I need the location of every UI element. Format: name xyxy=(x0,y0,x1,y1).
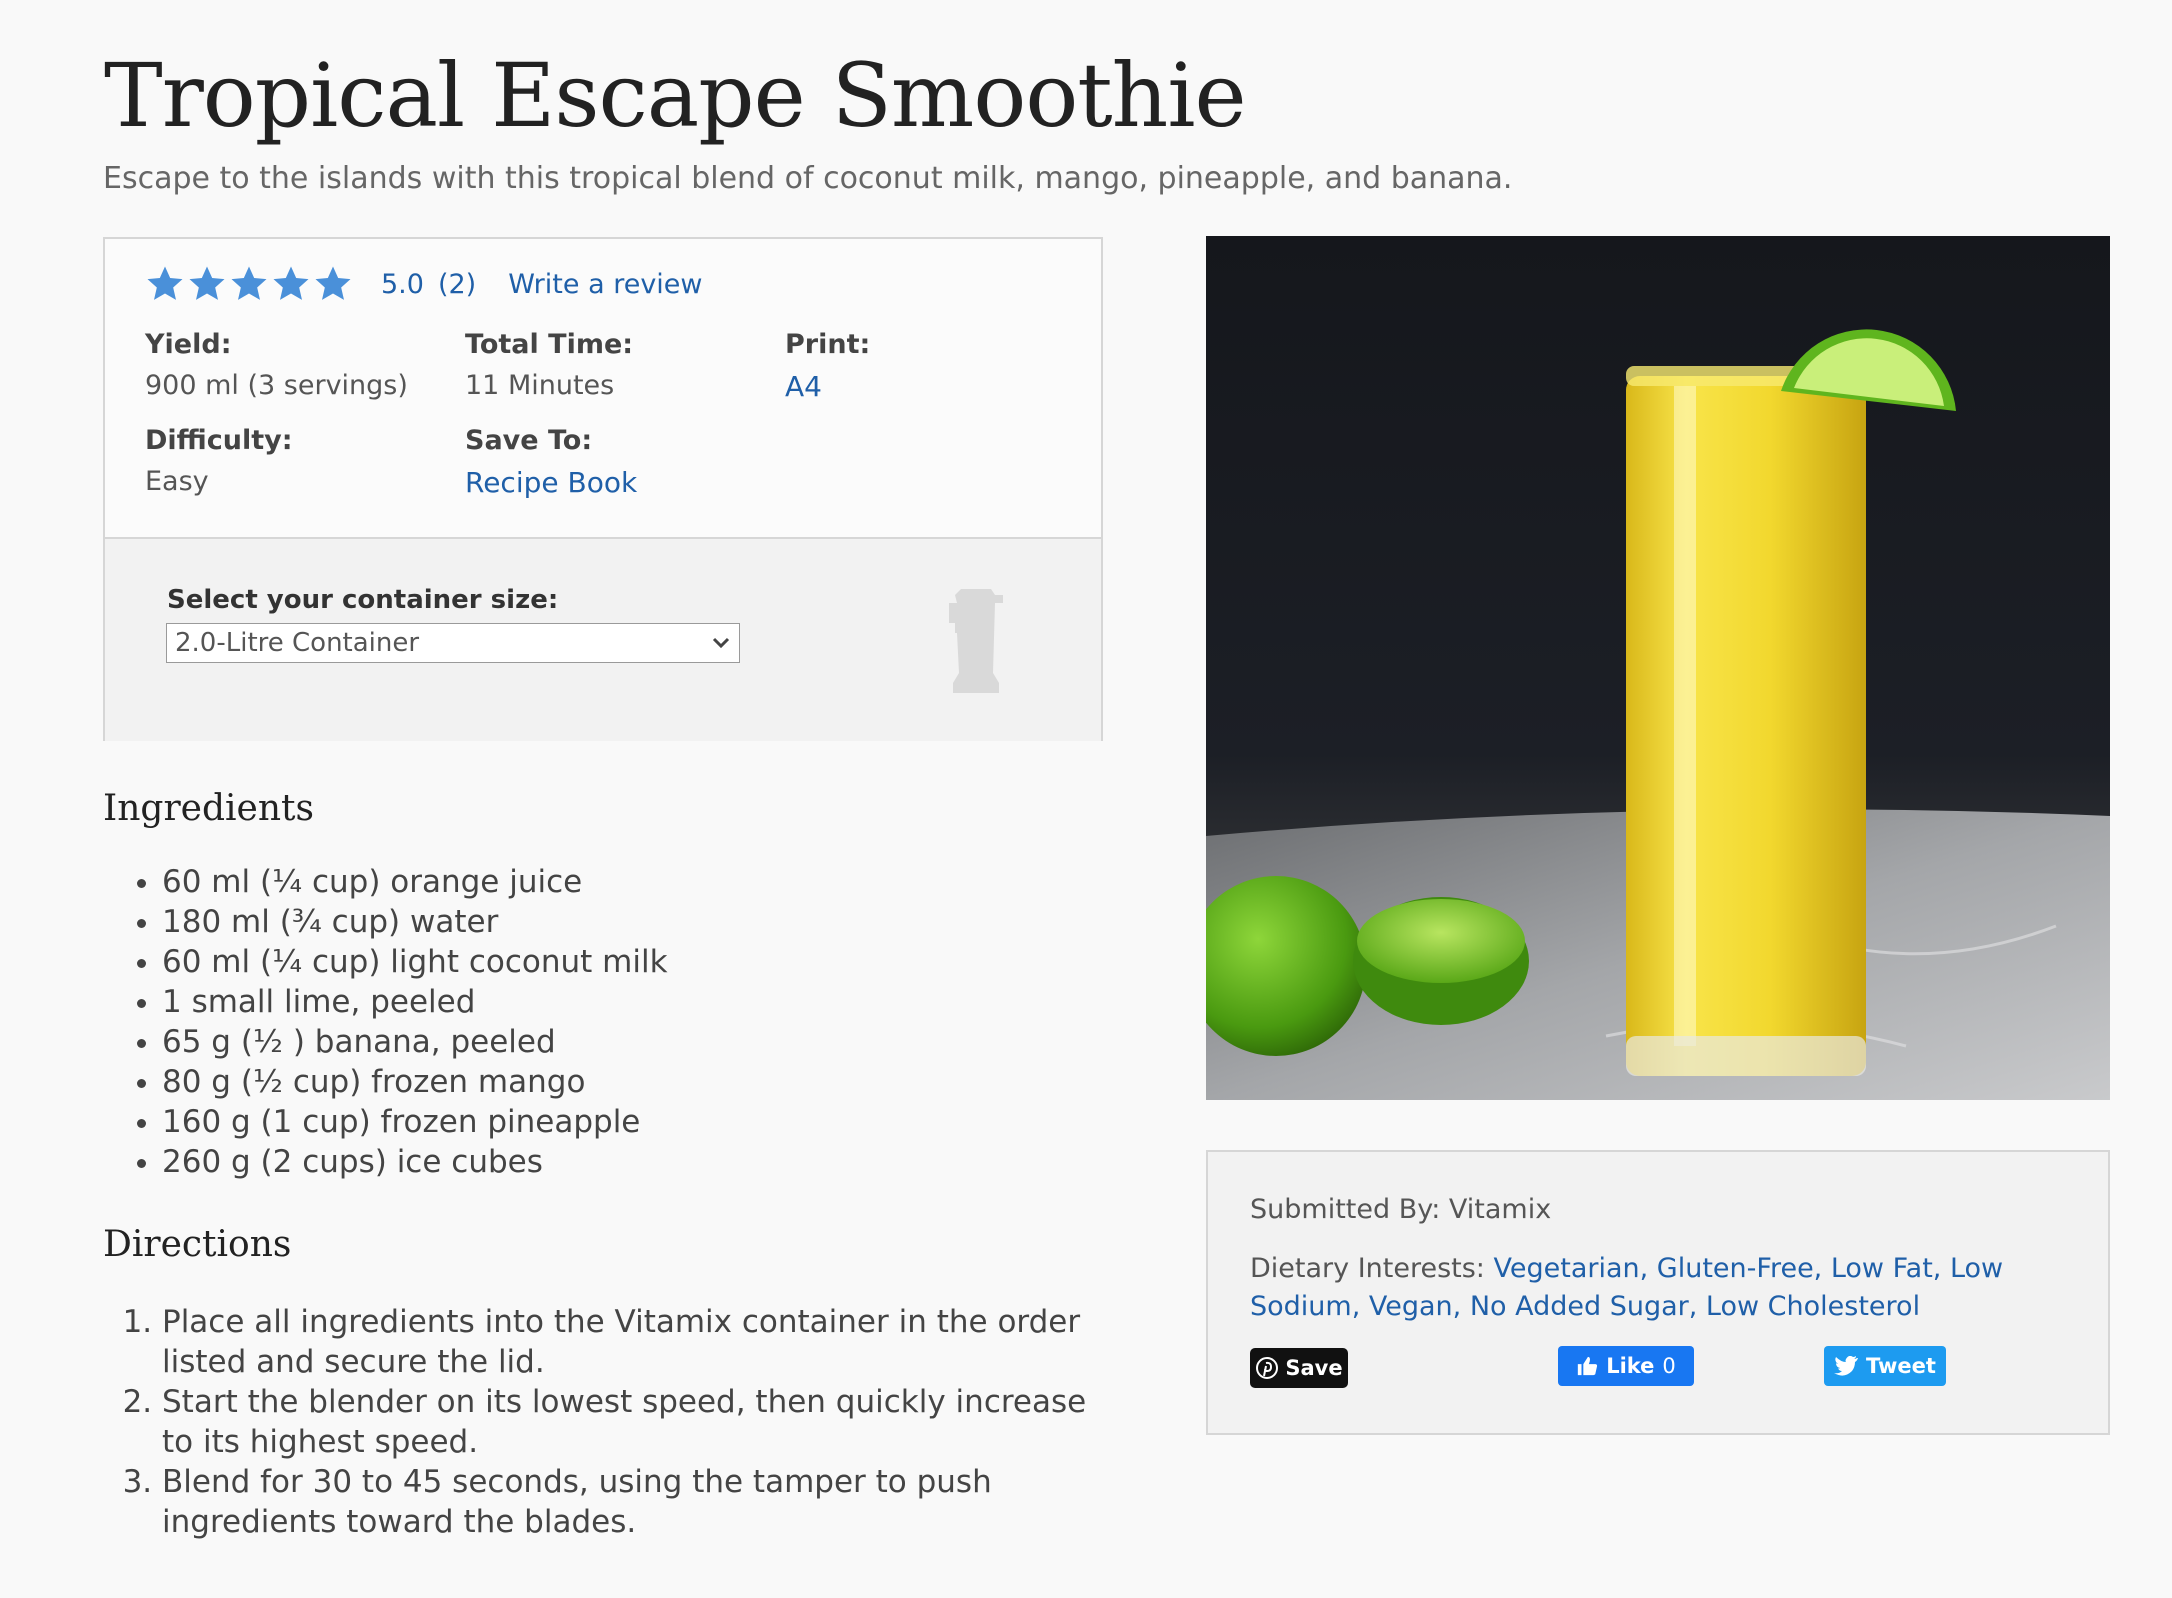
twitter-tweet-label: Tweet xyxy=(1866,1354,1936,1378)
container-size-panel: Select your container size: 2.0-Litre Co… xyxy=(105,537,1101,741)
ingredient-item: 80 g (½ cup) frozen mango xyxy=(162,1062,668,1102)
chevron-down-icon xyxy=(712,637,730,649)
dietary-label: Dietary Interests: xyxy=(1250,1253,1494,1284)
yield-value: 900 ml (3 servings) xyxy=(145,370,408,401)
write-review-link[interactable]: Write a review xyxy=(508,269,702,300)
star-icon xyxy=(147,266,183,300)
pinterest-save-label: Save xyxy=(1285,1356,1343,1380)
yield-label: Yield: xyxy=(145,329,232,360)
difficulty-value: Easy xyxy=(145,466,209,497)
smoothie-photo xyxy=(1206,236,2110,1100)
total-time-label: Total Time: xyxy=(465,329,634,360)
direction-step: Start the blender on its lowest speed, t… xyxy=(162,1382,1112,1462)
save-to-label: Save To: xyxy=(465,425,593,456)
recipe-book-link[interactable]: Recipe Book xyxy=(465,466,637,499)
total-time-block: Total Time: 11 Minutes xyxy=(465,329,633,401)
ingredients-list: 60 ml (¼ cup) orange juice 180 ml (¾ cup… xyxy=(102,862,668,1182)
submitted-by: Submitted By: Vitamix xyxy=(1250,1194,1552,1225)
ingredients-heading: Ingredients xyxy=(103,788,314,829)
print-block: Print: A4 xyxy=(785,329,870,403)
yield-block: Yield: 900 ml (3 servings) xyxy=(145,329,408,401)
facebook-like-label: Like xyxy=(1606,1354,1655,1378)
ingredient-item: 1 small lime, peeled xyxy=(162,982,668,1022)
save-to-block: Save To: Recipe Book xyxy=(465,425,637,499)
directions-heading: Directions xyxy=(103,1224,292,1265)
rating-count[interactable]: (2) xyxy=(438,269,476,300)
ingredient-item: 65 g (½ ) banana, peeled xyxy=(162,1022,668,1062)
star-icon xyxy=(315,266,351,300)
ingredient-item: 60 ml (¼ cup) orange juice xyxy=(162,862,668,902)
print-label: Print: xyxy=(785,329,871,360)
facebook-like-count: 0 xyxy=(1662,1354,1676,1378)
rating-value: 5.0 xyxy=(381,268,424,300)
ingredient-item: 260 g (2 cups) ice cubes xyxy=(162,1142,668,1182)
star-icon xyxy=(273,266,309,300)
container-size-select[interactable]: 2.0-Litre Container xyxy=(166,623,740,663)
difficulty-label: Difficulty: xyxy=(145,425,293,456)
direction-step: Place all ingredients into the Vitamix c… xyxy=(162,1302,1112,1382)
directions-list: Place all ingredients into the Vitamix c… xyxy=(102,1302,1112,1542)
recipe-info-box: 5.0 (2) Write a review Yield: 900 ml (3 … xyxy=(103,237,1103,741)
pinterest-save-button[interactable]: Save xyxy=(1250,1348,1348,1388)
container-size-label: Select your container size: xyxy=(167,585,559,615)
rating-row: 5.0 (2) Write a review xyxy=(145,259,703,309)
star-icon xyxy=(189,266,225,300)
pinterest-icon xyxy=(1256,1357,1279,1379)
difficulty-block: Difficulty: Easy xyxy=(145,425,293,497)
star-icon xyxy=(231,266,267,300)
recipe-details-box: Submitted By: Vitamix Dietary Interests:… xyxy=(1206,1150,2110,1435)
direction-step: Blend for 30 to 45 seconds, using the ta… xyxy=(162,1462,1112,1542)
ingredient-item: 60 ml (¼ cup) light coconut milk xyxy=(162,942,668,982)
recipe-description: Escape to the islands with this tropical… xyxy=(103,161,1513,196)
total-time-value: 11 Minutes xyxy=(465,370,615,401)
thumbs-up-icon xyxy=(1578,1356,1598,1376)
recipe-title: Tropical Escape Smoothie xyxy=(104,44,1247,147)
ingredient-item: 160 g (1 cup) frozen pineapple xyxy=(162,1102,668,1142)
star-rating[interactable] xyxy=(145,264,353,304)
ingredient-item: 180 ml (¾ cup) water xyxy=(162,902,668,942)
facebook-like-button[interactable]: Like 0 xyxy=(1558,1346,1694,1386)
twitter-bird-icon xyxy=(1834,1356,1859,1376)
blender-container-icon xyxy=(949,589,1003,693)
print-a4-link[interactable]: A4 xyxy=(785,370,870,403)
dietary-interests: Dietary Interests: Vegetarian, Gluten-Fr… xyxy=(1250,1250,2070,1326)
container-size-selected: 2.0-Litre Container xyxy=(175,628,420,658)
twitter-tweet-button[interactable]: Tweet xyxy=(1824,1346,1946,1386)
